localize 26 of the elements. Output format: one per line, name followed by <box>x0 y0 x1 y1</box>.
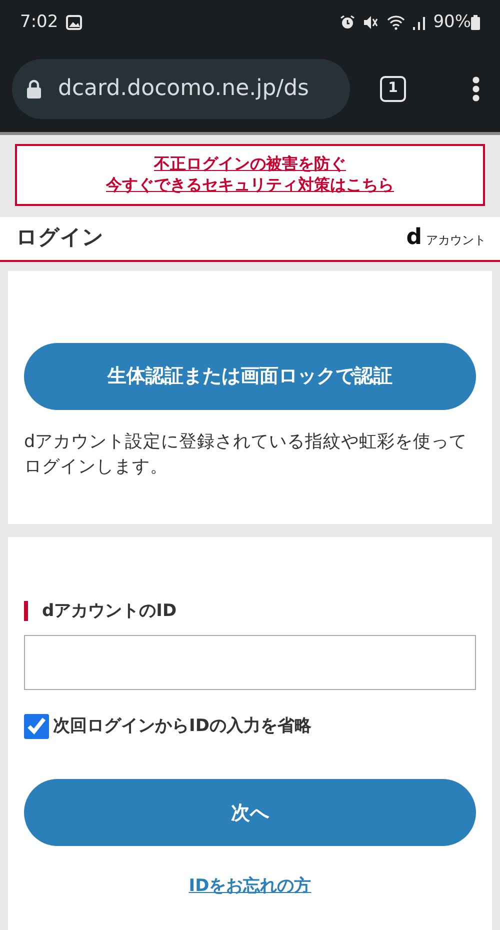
lock-icon <box>26 78 42 98</box>
image-icon <box>66 15 82 30</box>
security-link[interactable]: 不正ログインの被害を防ぐ <box>17 154 483 175</box>
next-button[interactable]: 次へ <box>24 779 476 846</box>
alarm-icon <box>340 15 356 30</box>
remember-checkbox[interactable] <box>24 714 49 740</box>
battery-icon <box>471 15 480 30</box>
address-bar[interactable]: dcard.docomo.ne.jp/ds <box>12 58 350 118</box>
page-title: ログイン <box>16 224 104 252</box>
id-input-field[interactable] <box>24 634 476 690</box>
wifi-icon <box>387 15 406 30</box>
brand-logo-text: アカウント <box>426 232 486 250</box>
forgot-id-link[interactable]: IDをお忘れの方 <box>188 876 312 896</box>
brand-logo-mark: d <box>406 227 422 250</box>
signal-icon <box>413 16 426 30</box>
menu-icon[interactable] <box>472 76 480 102</box>
security-link[interactable]: 今すぐできるセキュリティ対策はこちら <box>17 174 483 196</box>
url-text: dcard.docomo.ne.jp/ds <box>58 75 310 103</box>
battery-percentage: 90% <box>433 10 471 34</box>
status-time: 7:02 <box>20 10 58 34</box>
tab-count-button[interactable]: 1 <box>380 76 406 102</box>
biometric-description: dアカウント設定に登録されている指紋や虹彩を使ってログインします。 <box>24 430 468 479</box>
remember-label[interactable]: 次回ログインからIDの入力を省略 <box>53 714 312 740</box>
id-field-label: dアカウントのID <box>24 600 476 621</box>
biometric-auth-button[interactable]: 生体認証または画面ロックで認証 <box>24 342 476 410</box>
mute-icon <box>363 15 380 30</box>
